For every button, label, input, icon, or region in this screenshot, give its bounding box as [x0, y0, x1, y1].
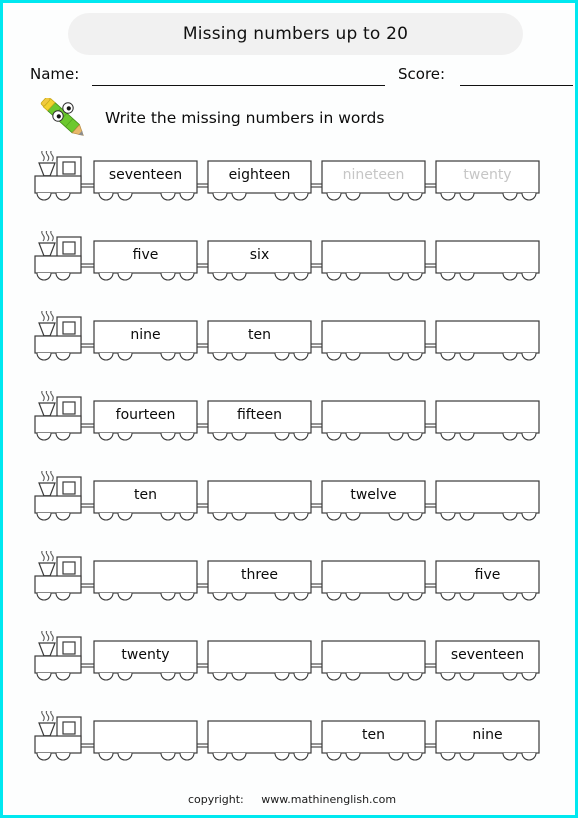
copyright-label: copyright:	[187, 793, 244, 806]
instruction-text: Write the missing numbers in words	[105, 109, 385, 127]
wagon-blank[interactable]	[322, 645, 425, 665]
wagon-word[interactable]: seventeen	[436, 645, 539, 665]
score-label: Score:	[398, 65, 446, 83]
wagon-word[interactable]: three	[208, 565, 311, 585]
wagon-word[interactable]: five	[94, 245, 197, 265]
wagon-blank[interactable]	[322, 245, 425, 265]
locomotive-icon	[34, 551, 94, 601]
locomotive-icon	[34, 311, 94, 361]
wagon-blank[interactable]	[436, 245, 539, 265]
wagon-word[interactable]: six	[208, 245, 311, 265]
wagon-word[interactable]: ten	[322, 725, 425, 745]
train-row: three five	[30, 551, 554, 613]
wagon-blank[interactable]	[208, 725, 311, 745]
wagon-word[interactable]: fourteen	[94, 405, 197, 425]
wagon-word[interactable]: nine	[94, 325, 197, 345]
locomotive-icon	[34, 631, 94, 681]
train-row: twenty seventeen	[30, 631, 554, 693]
footer: copyright: www.mathinenglish.com	[3, 793, 575, 806]
wagon-word[interactable]: twenty	[436, 165, 539, 185]
name-label: Name:	[30, 65, 80, 83]
wagon-word[interactable]: fifteen	[208, 405, 311, 425]
wagon-blank[interactable]	[436, 405, 539, 425]
train-row: five six	[30, 231, 554, 293]
locomotive-icon	[34, 231, 94, 281]
wagon-blank[interactable]	[322, 565, 425, 585]
website-link[interactable]: www.mathinenglish.com	[261, 793, 396, 806]
worksheet-page: Missing numbers up to 20 Name: Score: Wr…	[0, 0, 578, 818]
wagon-word[interactable]: nineteen	[322, 165, 425, 185]
train-row: fourteen fifteen	[30, 391, 554, 453]
pencil-icon	[35, 96, 101, 144]
wagon-word[interactable]: twenty	[94, 645, 197, 665]
wagon-word[interactable]: twelve	[322, 485, 425, 505]
locomotive-icon	[34, 151, 94, 201]
title-banner: Missing numbers up to 20	[68, 13, 523, 55]
wagon-word[interactable]: eighteen	[208, 165, 311, 185]
wagon-blank[interactable]	[322, 405, 425, 425]
page-title: Missing numbers up to 20	[182, 24, 409, 44]
name-input-line[interactable]	[92, 85, 385, 86]
wagon-word[interactable]: five	[436, 565, 539, 585]
train-row: seventeen eighteen nineteen twenty	[30, 151, 554, 213]
score-input-line[interactable]	[460, 85, 573, 86]
name-score-row: Name: Score:	[30, 65, 573, 89]
train-row: ten nine	[30, 711, 554, 773]
locomotive-icon	[34, 711, 94, 761]
instruction-row: Write the missing numbers in words	[33, 96, 533, 144]
wagon-word[interactable]: ten	[208, 325, 311, 345]
wagon-word[interactable]: seventeen	[94, 165, 197, 185]
wagon-blank[interactable]	[94, 565, 197, 585]
wagon-blank[interactable]	[322, 325, 425, 345]
wagon-blank[interactable]	[94, 725, 197, 745]
locomotive-icon	[34, 391, 94, 441]
wagon-word[interactable]: nine	[436, 725, 539, 745]
wagon-blank[interactable]	[208, 645, 311, 665]
train-row: nine ten	[30, 311, 554, 373]
wagon-blank[interactable]	[208, 485, 311, 505]
wagon-blank[interactable]	[436, 325, 539, 345]
wagon-blank[interactable]	[436, 485, 539, 505]
locomotive-icon	[34, 471, 94, 521]
train-row: ten twelve	[30, 471, 554, 533]
wagon-word[interactable]: ten	[94, 485, 197, 505]
